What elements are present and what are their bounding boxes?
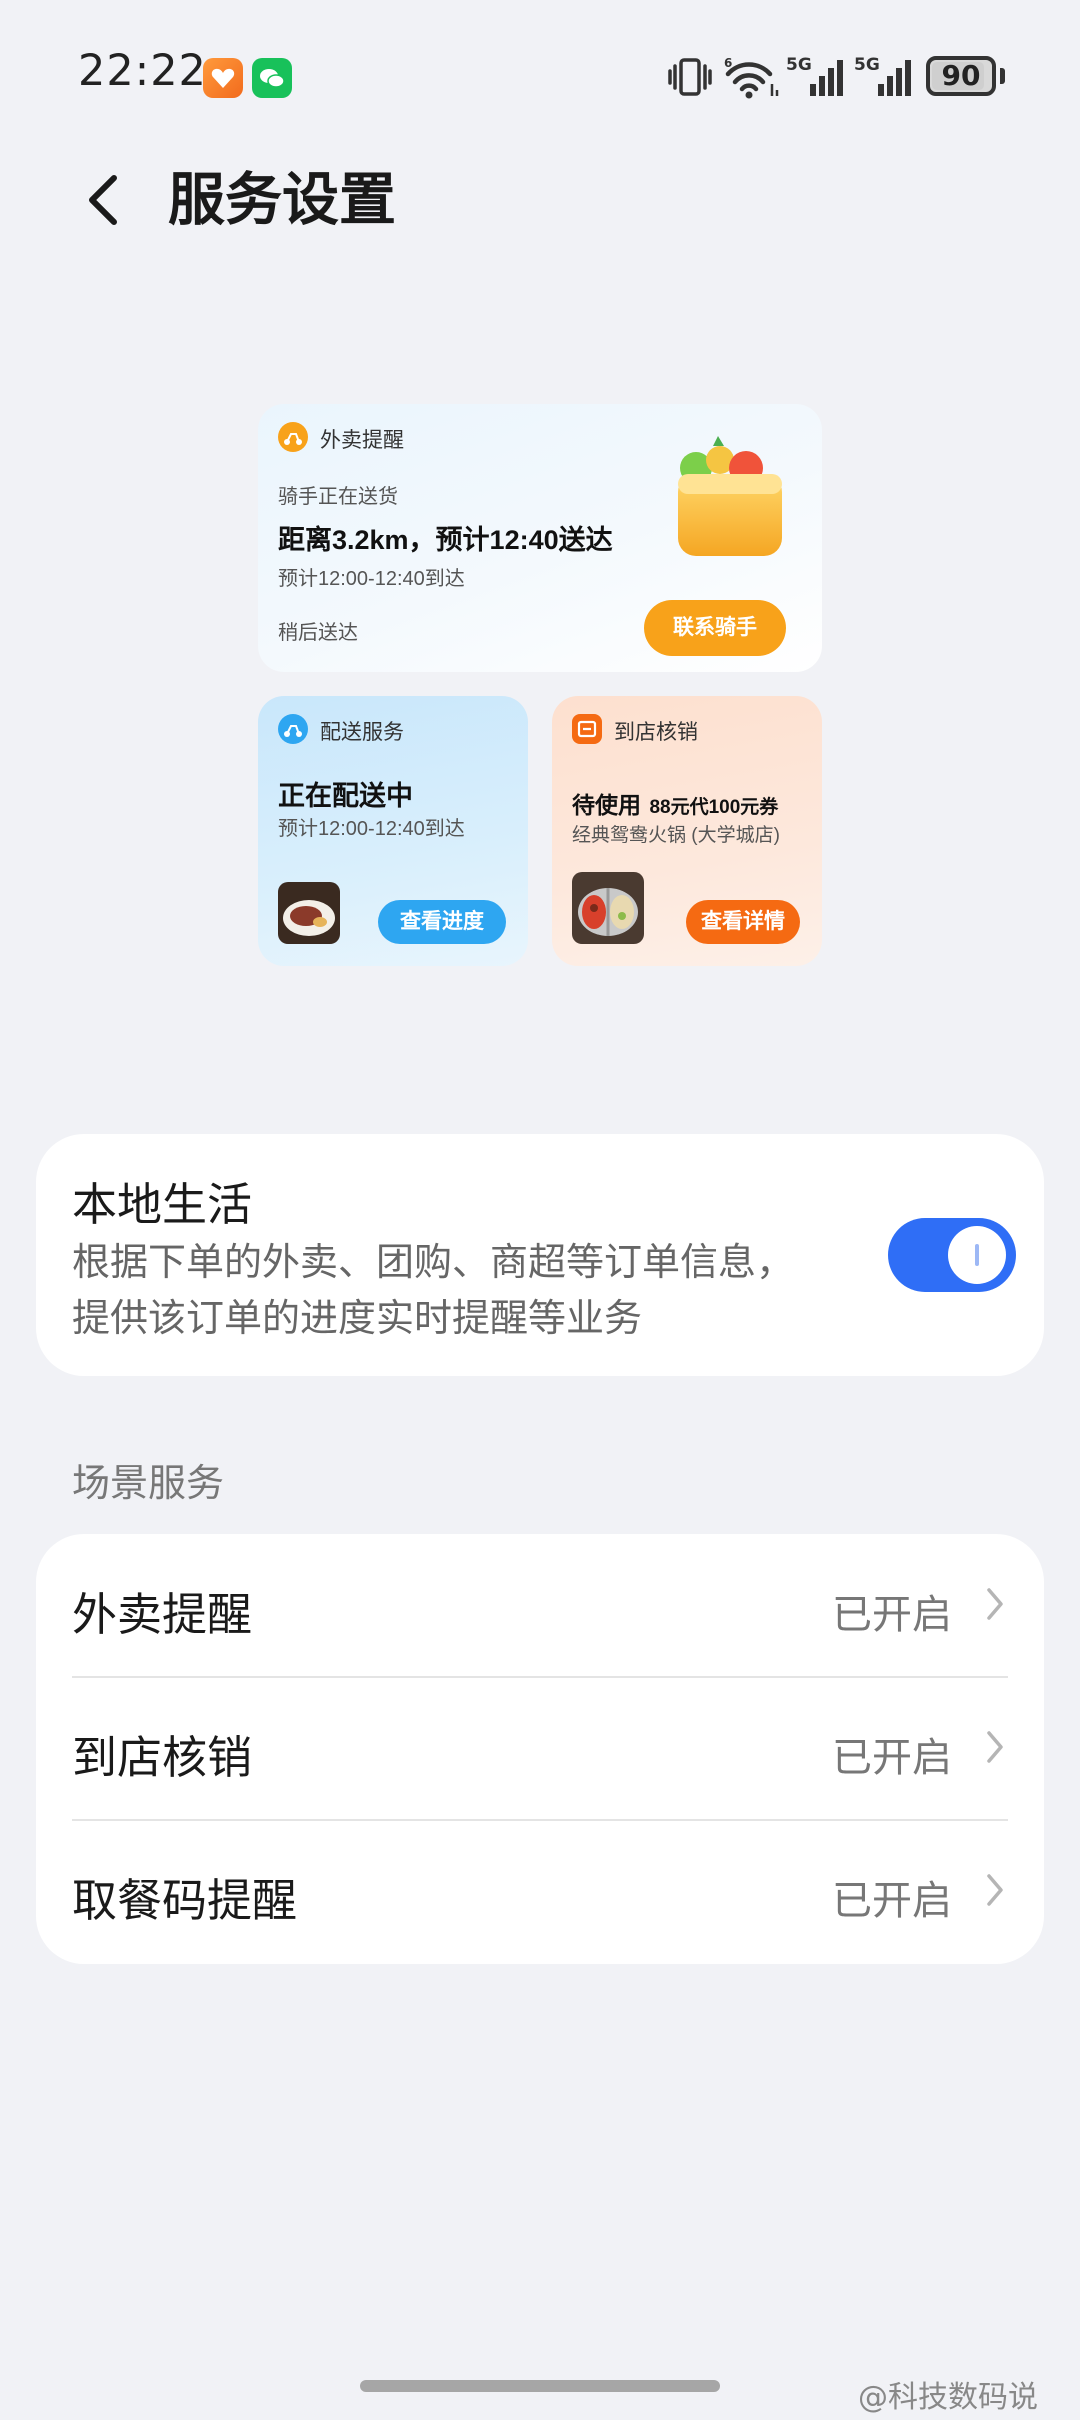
status-time: 22:22 [78, 46, 207, 96]
scene-row-status: 已开启 [832, 1735, 952, 1781]
battery-icon: 90 [926, 56, 996, 96]
delivery-card-sub: 骑手正在送货 [278, 486, 398, 508]
local-life-desc-line2: 提供该订单的进度实时提醒等业务 [72, 1296, 643, 1340]
back-arrow-icon [89, 175, 117, 225]
scene-row-label: 外卖提醒 [72, 1588, 253, 1641]
store-card-main: 待使用 88元代100元券 [572, 786, 778, 820]
local-life-panel: 本地生活 根据下单的外卖、团购、商超等订单信息， 提供该订单的进度实时提醒等业务 [36, 1134, 1044, 1376]
notification-heart-icon [203, 58, 243, 98]
vibrate-icon [668, 58, 712, 96]
scene-row-label: 到店核销 [72, 1731, 253, 1784]
contact-rider-button[interactable]: 联系骑手 [644, 600, 786, 656]
scene-services-section-label: 场景服务 [72, 1461, 225, 1505]
delivery-card-eta: 预计12:00-12:40到达 [278, 568, 465, 590]
steak-thumbnail [278, 882, 340, 944]
shipping-card-eta: 预计12:00-12:40到达 [278, 818, 465, 840]
signal-icon-2: 5G [854, 55, 911, 96]
shipping-scooter-icon [278, 714, 308, 744]
scene-services-panel: 外卖提醒 已开启 到店核销 已开启 取餐码提醒 已开启 [36, 1534, 1044, 1964]
chevron-right-icon [987, 1874, 1003, 1906]
svg-text:6: 6 [724, 56, 732, 70]
home-indicator[interactable] [360, 2380, 720, 2392]
wechat-icon [252, 58, 292, 98]
battery-percent: 90 [941, 59, 981, 92]
store-card-store: 经典鸳鸯火锅 (大学城店) [572, 825, 780, 846]
ticket-icon [572, 714, 602, 744]
status-bar: 22:22 6 5G 5G 90 [0, 0, 1080, 150]
local-life-toggle[interactable] [888, 1218, 1016, 1292]
svg-text:5G: 5G [786, 55, 812, 75]
wifi-icon: 6 [724, 56, 779, 99]
view-details-button[interactable]: 查看详情 [686, 900, 800, 944]
scene-row-status: 已开启 [832, 1592, 952, 1638]
page-title: 服务设置 [168, 167, 396, 233]
delivery-reminder-preview-card: 外卖提醒 骑手正在送货 距离3.2km，预计12:40送达 预计12:00-12… [258, 404, 822, 672]
battery-cap [1000, 68, 1005, 84]
signal-icon-1: 5G [786, 55, 843, 96]
local-life-desc-line1: 根据下单的外卖、团购、商超等订单信息， [72, 1240, 795, 1284]
delivery-card-main: 距离3.2km，预计12:40送达 [278, 525, 613, 555]
scene-row-label: 取餐码提醒 [72, 1874, 298, 1927]
delivery-card-header: 外卖提醒 [320, 429, 404, 452]
store-card-status: 待使用 [572, 792, 641, 818]
chevron-right-icon [987, 1731, 1003, 1763]
shipping-card-main: 正在配送中 [278, 781, 413, 811]
shipping-card-header: 配送服务 [320, 721, 404, 744]
store-redeem-preview-card: 到店核销 待使用 88元代100元券 经典鸳鸯火锅 (大学城店) 查看详情 [552, 696, 822, 966]
store-card-deal: 88元代100元券 [649, 797, 779, 818]
scene-row-status: 已开启 [832, 1878, 952, 1924]
watermark: @科技数码说 [858, 2380, 1038, 2415]
toggle-knob [948, 1226, 1006, 1284]
shipping-service-preview-card: 配送服务 正在配送中 预计12:00-12:40到达 查看进度 [258, 696, 528, 966]
scene-row-store-redeem[interactable]: 到店核销 已开启 [36, 1677, 1044, 1820]
store-card-header: 到店核销 [614, 721, 698, 744]
svg-text:5G: 5G [854, 55, 880, 75]
hotpot-thumbnail [572, 872, 644, 944]
delivery-scooter-icon [278, 422, 308, 452]
food-box-illustration [678, 436, 782, 556]
back-button[interactable] [70, 160, 140, 240]
view-progress-button[interactable]: 查看进度 [378, 900, 506, 944]
scene-row-takeout-reminder[interactable]: 外卖提醒 已开启 [36, 1534, 1044, 1677]
chevron-right-icon [987, 1588, 1003, 1620]
local-life-description: 根据下单的外卖、团购、商超等订单信息， 提供该订单的进度实时提醒等业务 [72, 1234, 902, 1346]
delivery-card-later: 稍后送达 [278, 622, 358, 644]
scene-row-pickup-code-reminder[interactable]: 取餐码提醒 已开启 [36, 1820, 1044, 1963]
local-life-title: 本地生活 [72, 1178, 253, 1231]
